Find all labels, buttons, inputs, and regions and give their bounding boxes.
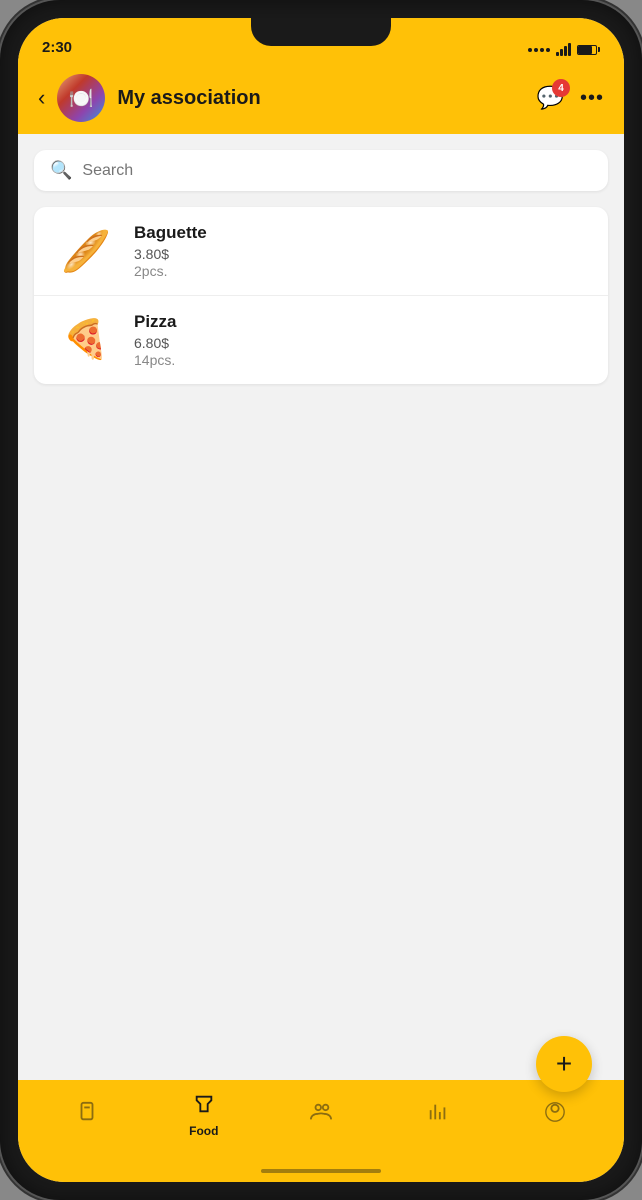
baguette-name: Baguette bbox=[134, 223, 588, 243]
content-area: 🔍 🥖 Baguette 3.80$ 2pcs. 🍕 Pizza bbox=[18, 134, 624, 1080]
header: ‹ 🍽️ My association 💬 4 ••• bbox=[18, 62, 624, 134]
home-indicator bbox=[18, 1160, 624, 1182]
phone-frame: 2:30 bbox=[0, 0, 642, 1200]
notification-badge: 4 bbox=[552, 79, 570, 97]
back-button[interactable]: ‹ bbox=[38, 85, 45, 111]
stats-icon bbox=[427, 1101, 449, 1129]
baguette-qty: 2pcs. bbox=[134, 263, 588, 279]
food-nav-label: Food bbox=[189, 1124, 218, 1138]
baguette-image: 🥖 bbox=[54, 227, 118, 275]
pizza-price: 6.80$ bbox=[134, 335, 588, 351]
phone-screen: 2:30 bbox=[18, 18, 624, 1182]
search-icon: 🔍 bbox=[50, 160, 72, 181]
notch bbox=[251, 18, 391, 46]
nav-item-stats[interactable] bbox=[380, 1093, 497, 1137]
pizza-image: 🍕 bbox=[54, 316, 118, 364]
nav-item-food[interactable]: Food bbox=[145, 1085, 262, 1146]
drinks-icon bbox=[76, 1101, 98, 1129]
home-bar bbox=[261, 1169, 381, 1173]
status-time: 2:30 bbox=[42, 39, 72, 56]
baguette-info: Baguette 3.80$ 2pcs. bbox=[134, 223, 588, 279]
pizza-info: Pizza 6.80$ 14pcs. bbox=[134, 312, 588, 368]
search-input[interactable] bbox=[82, 162, 592, 180]
nav-item-members[interactable] bbox=[262, 1093, 379, 1137]
pizza-name: Pizza bbox=[134, 312, 588, 332]
baguette-price: 3.80$ bbox=[134, 246, 588, 262]
food-item-baguette[interactable]: 🥖 Baguette 3.80$ 2pcs. bbox=[34, 207, 608, 296]
account-icon bbox=[544, 1101, 566, 1129]
wifi-icon bbox=[556, 43, 571, 56]
page-title: My association bbox=[117, 87, 524, 110]
bottom-nav: Food bbox=[18, 1080, 624, 1160]
pizza-qty: 14pcs. bbox=[134, 352, 588, 368]
signal-icon bbox=[528, 48, 550, 52]
food-icon bbox=[193, 1093, 215, 1121]
search-bar: 🔍 bbox=[34, 150, 608, 191]
add-button[interactable]: + bbox=[536, 1036, 592, 1092]
avatar: 🍽️ bbox=[57, 74, 105, 122]
nav-item-account[interactable] bbox=[497, 1093, 614, 1137]
notification-button[interactable]: 💬 4 bbox=[537, 85, 564, 111]
food-list: 🥖 Baguette 3.80$ 2pcs. 🍕 Pizza 6.80$ 14p… bbox=[34, 207, 608, 384]
food-item-pizza[interactable]: 🍕 Pizza 6.80$ 14pcs. bbox=[34, 296, 608, 384]
members-icon bbox=[309, 1101, 333, 1129]
more-button[interactable]: ••• bbox=[580, 87, 604, 110]
nav-item-drinks[interactable] bbox=[28, 1093, 145, 1137]
header-actions: 💬 4 ••• bbox=[537, 85, 604, 111]
status-icons bbox=[528, 43, 600, 56]
battery-icon bbox=[577, 45, 600, 55]
